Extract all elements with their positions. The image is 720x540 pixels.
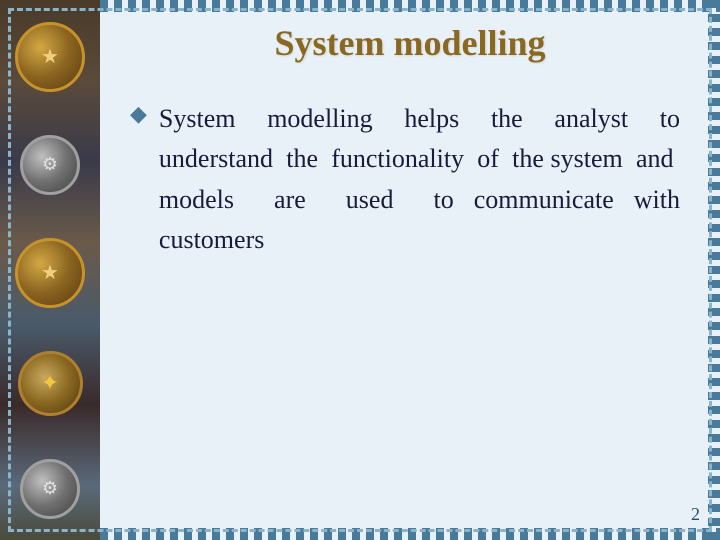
bullet-item: ◆ System modelling helps the analyst to …: [130, 99, 680, 260]
bottom-dashes: [100, 528, 720, 540]
right-dashes: [708, 0, 720, 540]
medal-decoration-4: [20, 459, 80, 519]
page-number: 2: [691, 504, 700, 525]
content-area: ◆ System modelling helps the analyst to …: [100, 79, 720, 540]
bullet-text: System modelling helps the analyst to un…: [159, 99, 680, 260]
slide: System modelling ◆ System modelling help…: [0, 0, 720, 540]
main-content: System modelling ◆ System modelling help…: [100, 0, 720, 540]
bullet-diamond-icon: ◆: [130, 101, 147, 127]
medal-decoration-2: [20, 135, 80, 195]
slide-title: System modelling: [120, 22, 700, 64]
medal-decoration-3: [15, 238, 85, 308]
compass-decoration: [18, 351, 83, 416]
top-dashes: [100, 0, 720, 12]
left-decorative-strip: [0, 0, 100, 540]
medal-decoration-1: [15, 22, 85, 92]
